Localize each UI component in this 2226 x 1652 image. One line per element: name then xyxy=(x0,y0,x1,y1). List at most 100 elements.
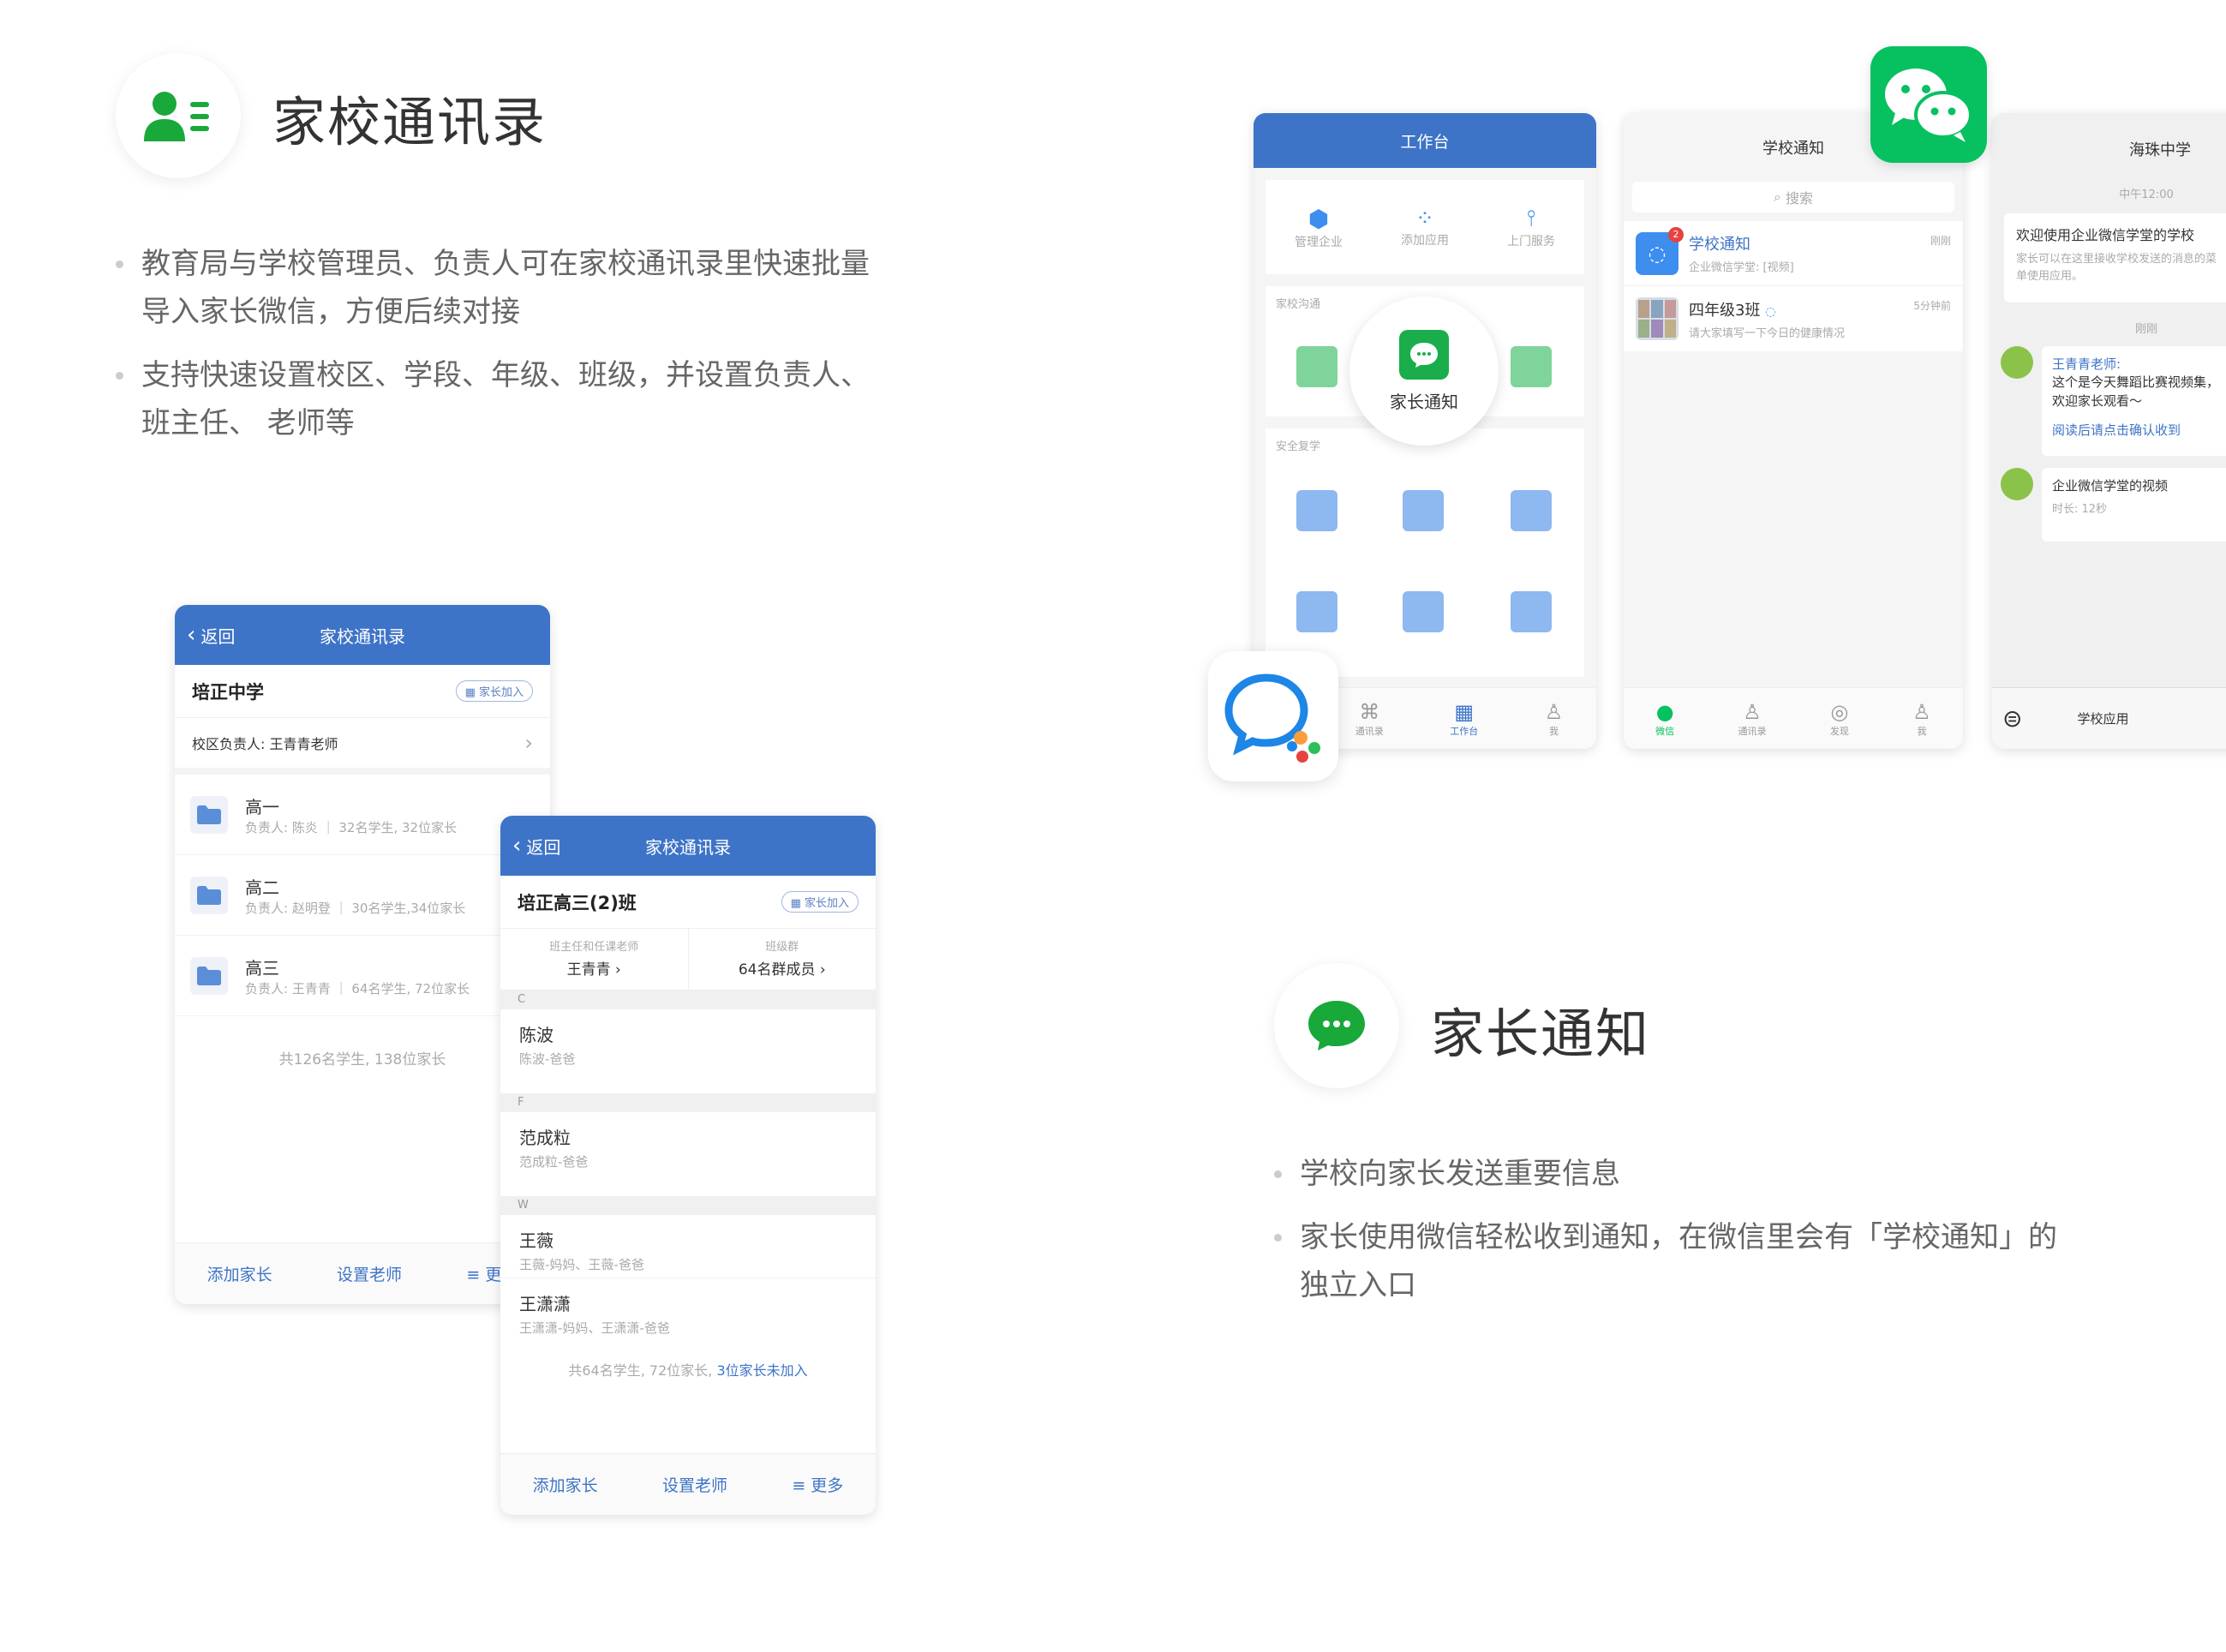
screen-title: 家校通讯录 xyxy=(320,625,405,647)
nav-header: ‹ 返回 家校通讯录 xyxy=(500,816,876,876)
tie-icon: ⫯ xyxy=(1526,205,1536,231)
app-tile[interactable] xyxy=(1296,591,1337,632)
chat-icon: ● xyxy=(1655,699,1674,724)
app-tile[interactable] xyxy=(1511,591,1552,632)
wecom-icon xyxy=(1224,673,1320,763)
back-button[interactable]: ‹ 返回 xyxy=(512,816,560,876)
campus-head-row[interactable]: 校区负责人: 王青青老师 › xyxy=(175,718,550,775)
not-joined-link[interactable]: 3位家长未加入 xyxy=(716,1362,807,1379)
chat-list: ◌ 2 学校通知 企业微信学堂: [视频] 刚刚 四年级3班 ◌ 请大家填写一下… xyxy=(1624,221,1963,351)
folder-icon xyxy=(190,795,228,834)
bullet: 学校向家长发送重要信息 xyxy=(1274,1150,2079,1198)
app-tile[interactable] xyxy=(1296,490,1337,531)
compass-icon: ◎ xyxy=(1830,699,1849,724)
bottom-bar: ⊜ 学校应用 xyxy=(1992,687,2226,749)
nav-header: ‹ 返回 家校通讯录 xyxy=(175,605,550,665)
tab-wechat[interactable]: ● 微信 xyxy=(1655,700,1674,738)
quick-apps: ⬢ 管理企业 ⁘ 添加应用 ⫯ 上门服务 xyxy=(1266,180,1584,274)
teachers-entry[interactable]: 班主任和任课老师 王青青 › xyxy=(500,929,689,990)
notice-section-title: 家长通知 xyxy=(1431,1003,1651,1065)
screen-title: 海珠中学 xyxy=(2129,141,2191,159)
bullet: 支持快速设置校区、学段、年级、班级，并设置负责人、班主任、 老师等 xyxy=(116,351,895,447)
confirm-link[interactable]: 阅读后请点击确认收到 xyxy=(2052,421,2226,439)
chevron-left-icon: ‹ xyxy=(512,833,522,859)
list-item[interactable]: 王薇 王薇-妈妈、王薇-爸爸 xyxy=(500,1215,876,1278)
contacts-icon xyxy=(144,92,209,141)
total-summary: 共64名学生, 72位家长, 3位家长未加入 xyxy=(568,1362,808,1379)
wechat-logo xyxy=(1870,46,1987,163)
parent-notice-app[interactable]: 家长通知 xyxy=(1349,296,1499,446)
class-group-entry[interactable]: 班级群 64名群成员 › xyxy=(689,929,877,990)
list-item[interactable]: 高二 负责人: 赵明登 ｜ 30名学生,34位家长 xyxy=(175,855,550,936)
list-item[interactable]: 范成粒 范成粒-爸爸 xyxy=(500,1112,876,1196)
back-button[interactable]: ‹ 返回 xyxy=(187,605,235,665)
list-item[interactable]: 王潇潇 王潇潇-妈妈、王潇潇-爸爸 xyxy=(500,1278,876,1347)
more-button[interactable]: ≡ 更多 xyxy=(792,1473,843,1496)
chat-icon: ◌ xyxy=(1648,241,1667,266)
app-tile[interactable] xyxy=(1403,490,1444,531)
search-icon: ⌕ xyxy=(1773,189,1781,205)
grid-icon: ▦ xyxy=(1454,699,1475,724)
school-contacts-screen: ‹ 返回 家校通讯录 培正中学 ▦ 家长加入 校区负责人: 王青青老师 › 高一负… xyxy=(175,605,550,1304)
notice-bullets: 学校向家长发送重要信息 家长使用微信轻松收到通知，在微信里会有「学校通知」的独立… xyxy=(1274,1150,2079,1325)
list-item[interactable]: 高三 负责人: 王青青 ｜ 64名学生, 72位家长 xyxy=(175,936,550,1016)
teacher-message: 王青青老师: 这个是今天舞蹈比赛视频集，欢迎家长观看～ 阅读后请点击确认收到 xyxy=(2001,346,2226,456)
contacts-section-title: 家校通讯录 xyxy=(272,91,548,153)
set-teacher-button[interactable]: 设置老师 xyxy=(337,1262,402,1285)
wecom-logo xyxy=(1208,651,1338,781)
chevron-left-icon: ‹ xyxy=(187,622,196,648)
list-item[interactable]: 四年级3班 ◌ 请大家填写一下今日的健康情况 5分钟前 xyxy=(1624,286,1963,351)
tab-me[interactable]: ♙ 我 xyxy=(1545,700,1564,738)
total-summary: 共126名学生, 138位家长 xyxy=(278,1051,446,1068)
tab-me[interactable]: ♙ 我 xyxy=(1912,700,1931,738)
bottom-toolbar: 添加家长 设置老师 ≡ 更多 xyxy=(500,1453,876,1515)
wecom-group-icon: ◌ xyxy=(1765,304,1776,319)
keyboard-icon[interactable]: ⊜ xyxy=(2002,704,2022,733)
parent-join-button[interactable]: ▦ 家长加入 xyxy=(781,891,859,913)
avatar xyxy=(2001,346,2033,379)
hexagon-icon: ⬢ xyxy=(1307,204,1330,233)
on-site-service-button[interactable]: ⫯ 上门服务 xyxy=(1507,206,1555,249)
set-teacher-button[interactable]: 设置老师 xyxy=(662,1473,727,1496)
school-name: 培正中学 xyxy=(192,681,264,703)
add-parent-button[interactable]: 添加家长 xyxy=(533,1473,598,1496)
bottom-toolbar: 添加家长 设置老师 ≡ 更多 xyxy=(175,1242,550,1304)
screen-title: 工作台 xyxy=(1400,132,1450,152)
school-app-menu[interactable]: 学校应用 xyxy=(2077,709,2128,727)
list-item[interactable]: ◌ 2 学校通知 企业微信学堂: [视频] 刚刚 xyxy=(1624,221,1963,286)
apps-grid-icon: ⁘ xyxy=(1415,206,1434,231)
tab-contacts[interactable]: ⌘ 通讯录 xyxy=(1355,700,1384,738)
app-tile[interactable] xyxy=(1511,490,1552,531)
tab-workbench[interactable]: ▦ 工作台 xyxy=(1450,700,1478,738)
bottom-tab-bar: ● 微信 ♙ 通讯录 ◎ 发现 ♙ 我 xyxy=(1624,687,1963,749)
welcome-card[interactable]: 欢迎使用企业微信学堂的学校 家长可以在这里接收学校发送的消息的菜单使用应用。 xyxy=(2004,213,2226,302)
user-icon: ♙ xyxy=(1912,699,1931,724)
video-card[interactable]: 企业微信学堂的视频 时长: 12秒 xyxy=(2042,468,2226,542)
message-bubble[interactable]: 王青青老师: 这个是今天舞蹈比赛视频集，欢迎家长观看～ 阅读后请点击确认收到 xyxy=(2042,346,2226,456)
tab-discover[interactable]: ◎ 发现 xyxy=(1830,700,1849,738)
list-item[interactable]: 陈波 陈波-爸爸 xyxy=(500,1009,876,1093)
manage-enterprise-button[interactable]: ⬢ 管理企业 xyxy=(1295,205,1343,250)
chat-bubble-icon xyxy=(1308,1001,1365,1050)
add-parent-button[interactable]: 添加家长 xyxy=(207,1262,272,1285)
safe-return-group: 安全复学 xyxy=(1266,428,1584,677)
parent-join-button[interactable]: ▦ 家长加入 xyxy=(455,680,533,702)
org-chart-icon: ⌘ xyxy=(1359,699,1380,724)
group-avatar xyxy=(1636,297,1678,340)
list-item[interactable]: 高一 负责人: 陈炎 ｜ 32名学生, 32位家长 xyxy=(175,775,550,855)
search-input[interactable]: ⌕ 搜索 xyxy=(1632,182,1954,212)
user-icon: ♙ xyxy=(1544,699,1564,724)
wechat-screen: 学校通知 ⌕ 搜索 ◌ 2 学校通知 企业微信学堂: [视频] 刚刚 四年级3班… xyxy=(1624,113,1963,749)
tab-contacts[interactable]: ♙ 通讯录 xyxy=(1738,700,1767,738)
avatar xyxy=(2001,468,2033,500)
contacts-section-icon xyxy=(116,53,241,178)
app-tile[interactable] xyxy=(1403,591,1444,632)
app-tile[interactable] xyxy=(1511,346,1552,387)
index-letter: C xyxy=(500,991,876,1009)
folder-icon xyxy=(190,876,228,914)
app-tile[interactable] xyxy=(1296,346,1337,387)
video-message: 企业微信学堂的视频 时长: 12秒 xyxy=(2001,468,2226,542)
add-app-button[interactable]: ⁘ 添加应用 xyxy=(1401,206,1449,248)
contacts-icon: ♙ xyxy=(1743,699,1762,724)
chat-bubble-icon xyxy=(1399,329,1449,380)
